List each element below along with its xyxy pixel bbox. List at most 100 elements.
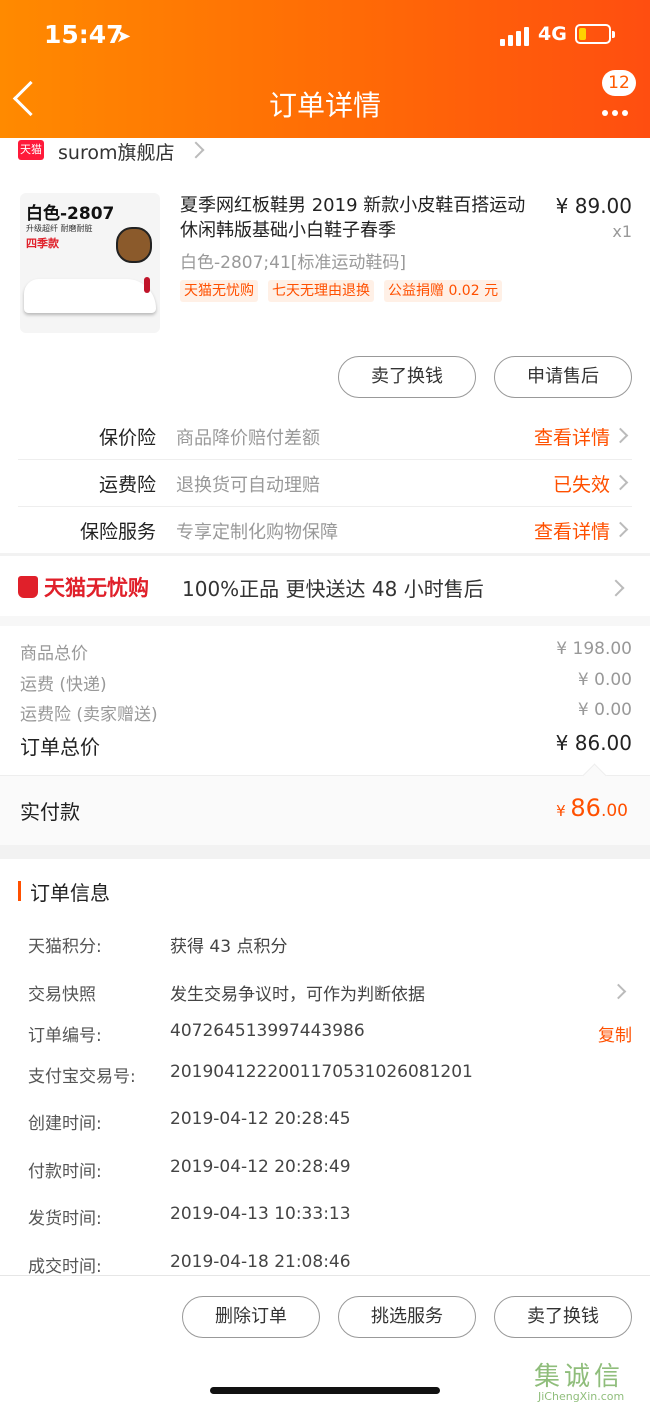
chevron-right-icon bbox=[612, 521, 629, 538]
service-tag: 七天无理由退换 bbox=[268, 280, 374, 302]
sneaker-image bbox=[24, 279, 156, 313]
product-thumbnail[interactable]: 白色-2807 升级超纤 耐磨耐脏 四季款 bbox=[20, 193, 160, 333]
insurance-desc: 专享定制化购物保障 bbox=[176, 522, 338, 543]
cost-row-goods: 商品总价 ¥ 198.00 bbox=[20, 639, 632, 664]
home-indicator[interactable] bbox=[210, 1387, 440, 1394]
info-value: 2019-04-13 10:33:13 bbox=[170, 1204, 351, 1224]
delete-order-button[interactable]: 删除订单 bbox=[182, 1296, 320, 1338]
watermark-text: 集诚信 bbox=[534, 1362, 625, 1392]
info-value: 获得 43 点积分 bbox=[170, 937, 288, 957]
order-info-row: 付款时间: 2019-04-12 20:28:49 bbox=[28, 1157, 632, 1187]
info-value: 2019041222001170531026081201 bbox=[170, 1062, 473, 1082]
worry-free-text: 100%正品 更快送达 48 小时售后 bbox=[182, 577, 484, 601]
actual-payment-amount: ¥ 86.00 bbox=[556, 794, 628, 822]
insurance-desc: 退换货可自动理赔 bbox=[176, 475, 320, 496]
cost-label: 商品总价 bbox=[20, 644, 88, 664]
worry-free-brand: 天猫无忧购 bbox=[44, 576, 149, 600]
chevron-right-icon bbox=[610, 983, 627, 1000]
order-info-row: 支付宝交易号: 2019041222001170531026081201 bbox=[28, 1062, 632, 1092]
cost-value: ¥ 0.00 bbox=[577, 670, 632, 690]
sell-for-cash-button[interactable]: 卖了换钱 bbox=[338, 356, 476, 398]
network-type: 4G bbox=[538, 23, 567, 45]
order-info-title: 订单信息 bbox=[30, 881, 110, 905]
insurance-label: 保价险 bbox=[98, 427, 156, 449]
info-key: 订单编号: bbox=[28, 1026, 102, 1046]
info-key: 交易快照 bbox=[28, 985, 96, 1005]
battery-icon bbox=[575, 24, 615, 44]
thumbnail-tagline-text: 升级超纤 耐磨耐脏 bbox=[26, 224, 93, 233]
service-tag: 公益捐赠 0.02 元 bbox=[384, 280, 503, 302]
product-quantity: x1 bbox=[612, 222, 632, 241]
tiger-logo-icon bbox=[116, 227, 152, 263]
insurance-desc: 商品降价赔付差额 bbox=[176, 428, 320, 449]
cost-label: 运费险 (卖家赠送) bbox=[20, 705, 158, 725]
watermark-logo: 集诚信 JiChengXin.com bbox=[532, 1356, 650, 1406]
order-number-row: 订单编号: 407264513997443986 复制 bbox=[28, 1021, 632, 1051]
sell-for-cash-button[interactable]: 卖了换钱 bbox=[494, 1296, 632, 1338]
info-value: 2019-04-18 21:08:46 bbox=[170, 1252, 351, 1272]
header: 15:47 ➤ 4G 订单详情 12 bbox=[0, 0, 650, 138]
cost-value: ¥ 86.00 bbox=[555, 731, 632, 755]
product-title[interactable]: 夏季网红板鞋男 2019 新款小皮鞋百搭运动休闲韩版基础小白鞋子春季 bbox=[180, 193, 540, 243]
divider bbox=[0, 845, 650, 859]
pick-service-button[interactable]: 挑选服务 bbox=[338, 1296, 476, 1338]
info-value: 发生交易争议时，可作为判断依据 bbox=[170, 985, 425, 1005]
insurance-row-service[interactable]: 保险服务 专享定制化购物保障 查看详情 bbox=[18, 507, 632, 553]
order-info-row: 天猫积分: 获得 43 点积分 bbox=[28, 932, 632, 962]
tmall-store-icon: 天猫 bbox=[18, 140, 44, 160]
insurance-link[interactable]: 已失效 bbox=[553, 470, 610, 497]
apply-after-sale-button[interactable]: 申请售后 bbox=[494, 356, 632, 398]
thumbnail-season-text: 四季款 bbox=[26, 237, 59, 250]
info-key: 发货时间: bbox=[28, 1209, 102, 1229]
cost-label: 运费 (快递) bbox=[20, 675, 107, 695]
copy-button[interactable]: 复制 bbox=[598, 1021, 632, 1046]
info-value: 2019-04-12 20:28:45 bbox=[170, 1109, 351, 1129]
insurance-link[interactable]: 查看详情 bbox=[534, 517, 610, 544]
service-tag: 天猫无忧购 bbox=[180, 280, 258, 302]
actual-payment-label: 实付款 bbox=[20, 800, 80, 824]
info-key: 成交时间: bbox=[28, 1257, 102, 1277]
insurance-link[interactable]: 查看详情 bbox=[534, 423, 610, 450]
insurance-label: 保险服务 bbox=[79, 521, 156, 543]
info-value: 407264513997443986 bbox=[170, 1021, 365, 1041]
store-row[interactable]: 天猫 surom旗舰店 bbox=[0, 138, 650, 168]
sneaker-heel-accent bbox=[144, 277, 150, 293]
cost-row-freight-insurance: 运费险 (卖家赠送) ¥ 0.00 bbox=[20, 700, 632, 725]
order-info-row: 创建时间: 2019-04-12 20:28:45 bbox=[28, 1109, 632, 1139]
insurance-row-freight[interactable]: 运费险 退换货可自动理赔 已失效 bbox=[18, 460, 632, 507]
amount-decimal: .00 bbox=[600, 801, 628, 821]
product-price: ¥ 89.00 bbox=[555, 194, 632, 218]
cost-row-total: 订单总价 ¥ 86.00 bbox=[20, 731, 632, 760]
heading-accent-bar bbox=[18, 881, 21, 901]
chevron-right-icon bbox=[187, 141, 205, 159]
divider bbox=[0, 553, 650, 556]
watermark-url: JiChengXin.com bbox=[538, 1390, 625, 1403]
order-info-row: 发货时间: 2019-04-13 10:33:13 bbox=[28, 1204, 632, 1234]
info-value: 2019-04-12 20:28:49 bbox=[170, 1157, 351, 1177]
info-key: 支付宝交易号: bbox=[28, 1067, 136, 1087]
product-sku: 白色-2807;41[标准运动鞋码] bbox=[180, 253, 407, 273]
thumbnail-model-text: 白色-2807 bbox=[26, 204, 115, 224]
pointer-triangle bbox=[582, 763, 607, 788]
info-key: 天猫积分: bbox=[28, 937, 102, 957]
insurance-row-price-protection[interactable]: 保价险 商品降价赔付差额 查看详情 bbox=[18, 413, 632, 460]
amount-integer: 86 bbox=[570, 794, 601, 822]
info-key: 付款时间: bbox=[28, 1162, 102, 1182]
more-menu-icon[interactable] bbox=[602, 101, 632, 120]
divider bbox=[0, 616, 650, 626]
currency-symbol: ¥ bbox=[556, 802, 571, 820]
page-title: 订单详情 bbox=[268, 89, 381, 122]
service-tags: 天猫无忧购 七天无理由退换 公益捐赠 0.02 元 bbox=[180, 280, 512, 302]
cost-value: ¥ 198.00 bbox=[556, 639, 632, 659]
location-arrow-icon: ➤ bbox=[116, 26, 132, 47]
chevron-right-icon bbox=[607, 579, 625, 597]
cost-row-shipping: 运费 (快递) ¥ 0.00 bbox=[20, 670, 632, 695]
message-count-badge: 12 bbox=[602, 70, 636, 96]
signal-icon bbox=[500, 24, 532, 46]
chevron-right-icon bbox=[612, 427, 629, 444]
store-name[interactable]: surom旗舰店 bbox=[58, 138, 174, 165]
insurance-label: 运费险 bbox=[98, 474, 156, 496]
trade-snapshot-row[interactable]: 交易快照 发生交易争议时，可作为判断依据 bbox=[28, 980, 632, 1010]
shopping-bag-icon bbox=[18, 576, 38, 598]
chevron-right-icon bbox=[612, 474, 629, 491]
